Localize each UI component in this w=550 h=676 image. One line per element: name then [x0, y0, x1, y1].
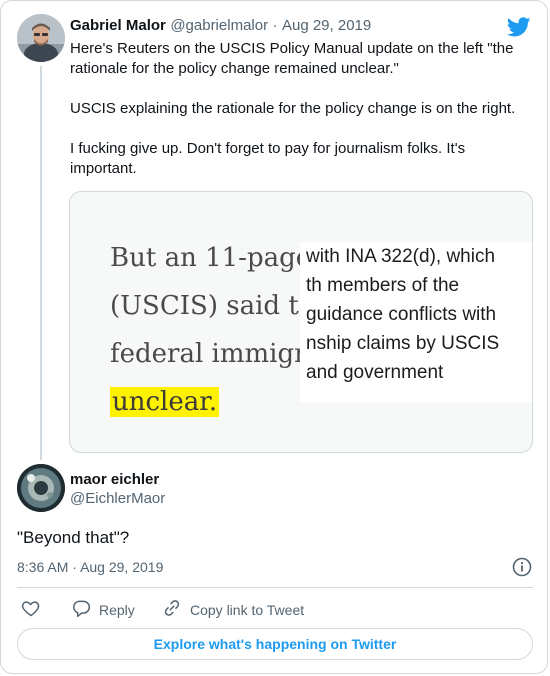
excerpt-line: (USCIS) said t: [110, 291, 299, 321]
reply-button[interactable]: Reply: [71, 598, 135, 621]
excerpt-line: federal immigr: [110, 339, 305, 369]
reply-author-name[interactable]: maor eichler: [70, 471, 165, 488]
excerpt-line: But an 11-page: [110, 243, 305, 273]
author-handle[interactable]: @gabrielmalor: [170, 17, 268, 34]
tweet-date[interactable]: Aug 29, 2019: [282, 17, 371, 34]
tweet-header: Gabriel Malor @gabrielmalor · Aug 29, 20…: [70, 17, 371, 35]
reply-timestamp[interactable]: 8:36 AM · Aug 29, 2019: [17, 559, 163, 575]
tweet-paragraph: I fucking give up. Don't forget to pay f…: [70, 140, 466, 177]
excerpt-line: guidance conflicts with: [306, 304, 497, 325]
link-icon: [162, 598, 182, 621]
thread-line: [40, 66, 42, 460]
twitter-bird-icon[interactable]: [506, 15, 531, 39]
copy-link-label: Copy link to Tweet: [190, 601, 305, 618]
tweet-media-image[interactable]: But an 11-page (USCIS) said t federal im…: [69, 191, 533, 453]
separator: ·: [272, 17, 278, 34]
reply-author-handle[interactable]: @EichlerMaor: [70, 490, 165, 507]
copy-link-button[interactable]: Copy link to Tweet: [162, 598, 304, 621]
highlighted-word: unclear.: [110, 387, 220, 417]
heart-icon: [21, 598, 41, 621]
reply-icon: [71, 598, 91, 621]
separator: ·: [72, 559, 77, 575]
excerpt-line: with INA 322(d), which: [306, 246, 496, 267]
reply-author: maor eichler @EichlerMaor: [70, 471, 165, 507]
reply-label: Reply: [99, 601, 135, 618]
author-name[interactable]: Gabriel Malor: [70, 17, 166, 34]
explore-twitter-button[interactable]: Explore what's happening on Twitter: [17, 628, 533, 660]
embedded-tweet-card: Gabriel Malor @gabrielmalor · Aug 29, 20…: [0, 0, 548, 674]
reply-time: 8:36 AM: [17, 559, 69, 575]
explore-label: Explore what's happening on Twitter: [153, 636, 397, 652]
tweet-paragraph: Here's Reuters on the USCIS Policy Manua…: [70, 40, 514, 77]
tweet-text: Here's Reuters on the USCIS Policy Manua…: [70, 39, 530, 179]
info-icon[interactable]: [512, 557, 532, 577]
tweet-paragraph: USCIS explaining the rationale for the p…: [70, 100, 516, 117]
excerpt-line: nship claims by USCIS: [306, 333, 500, 354]
reply-avatar[interactable]: [17, 464, 65, 512]
reply-text: "Beyond that"?: [17, 528, 130, 547]
like-button[interactable]: [21, 598, 41, 621]
reuters-excerpt: But an 11-page (USCIS) said t federal im…: [110, 234, 305, 424]
avatar[interactable]: [17, 14, 65, 62]
excerpt-line: th members of the: [306, 275, 460, 296]
divider: [17, 587, 533, 588]
reply-date: Aug 29, 2019: [80, 559, 164, 575]
uscis-excerpt: with INA 322(d), which th members of the…: [300, 242, 532, 402]
excerpt-line: and government: [306, 362, 444, 383]
